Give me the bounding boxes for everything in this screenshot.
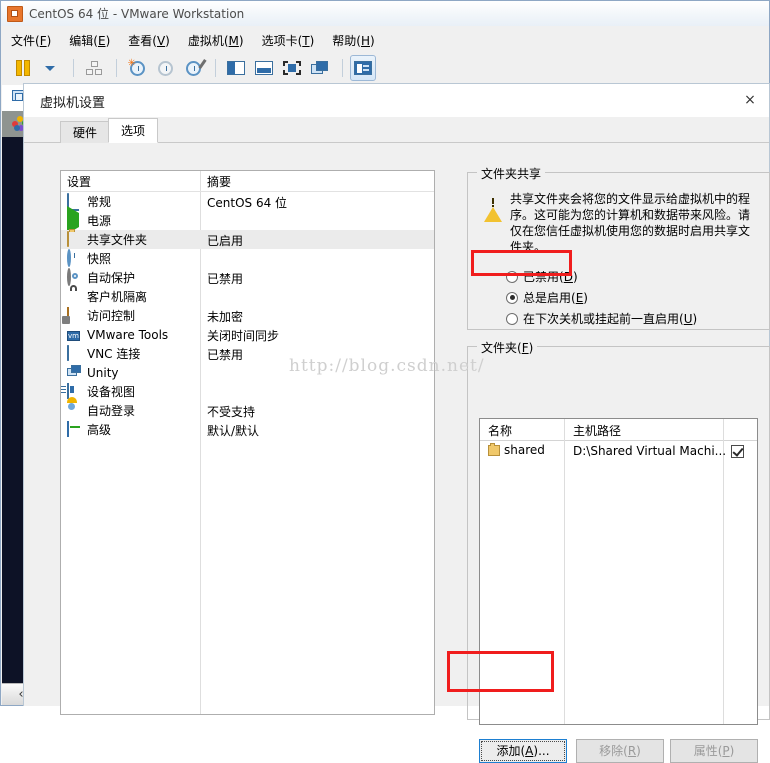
advanced-icon (67, 421, 83, 437)
snapshot-take-icon[interactable]: ✳ (124, 55, 150, 81)
settings-row-shared-folders[interactable]: 共享文件夹 已启用 (61, 230, 434, 249)
add-button[interactable]: 添加(A)... (479, 739, 567, 763)
tab-options[interactable]: 选项 (108, 118, 159, 143)
radio-disabled-indicator (506, 270, 518, 283)
menu-bar: 文件(F) 编辑(E) 查看(V) 虚拟机(M) 选项卡(T) 帮助(H) (1, 29, 769, 51)
vm-settings-dialog: 虚拟机设置 × 硬件 选项 设置 摘要 常规 CentOS 64 位 电源 共享… (23, 83, 770, 763)
settings-row-guest-isolation[interactable]: 客户机隔离 (61, 287, 434, 306)
radio-until-shutdown-indicator (506, 312, 518, 325)
network-editor-icon[interactable] (81, 55, 107, 81)
properties-button: 属性(P) (670, 739, 758, 763)
tab-hardware[interactable]: 硬件 (60, 121, 111, 143)
settings-row-autologin[interactable]: 自动登录 不受支持 (61, 401, 434, 420)
folders-column-header-name: 名称 (488, 424, 513, 438)
menu-item-view[interactable]: 查看(V) (128, 32, 170, 49)
settings-row-advanced[interactable]: 高级 默认/默认 (61, 420, 434, 439)
table-row[interactable]: shared D:\Shared Virtual Machi... (480, 441, 757, 461)
unity-icon (67, 365, 83, 380)
settings-row-snapshot[interactable]: 快照 (61, 249, 434, 268)
menu-item-vm[interactable]: 虚拟机(M) (188, 32, 244, 49)
settings-row-access-control[interactable]: 访问控制 未加密 (61, 306, 434, 325)
folder-sharing-warning-text: 共享文件夹会将您的文件显示给虚拟机中的程序。这可能为您的计算机和数据带来风险。请… (510, 192, 751, 254)
settings-row-general[interactable]: 常规 CentOS 64 位 (61, 192, 434, 211)
column-header-setting: 设置 (67, 175, 92, 189)
settings-list[interactable]: 设置 摘要 常规 CentOS 64 位 电源 共享文件夹 已启用 快照 自动保… (60, 170, 435, 715)
settings-row-unity[interactable]: Unity (61, 363, 434, 382)
folder-path-cell: D:\Shared Virtual Machi... (573, 444, 727, 458)
radio-until-shutdown[interactable]: 在下次关机或挂起前一直启用(U) (506, 310, 697, 327)
shared-folders-icon (67, 231, 83, 247)
snapshot-manager-icon[interactable] (180, 55, 207, 81)
folders-column-header-path: 主机路径 (573, 424, 622, 438)
settings-row-power[interactable]: 电源 (61, 206, 434, 234)
dropdown-caret-icon[interactable] (38, 55, 64, 81)
settings-row-device-view[interactable]: 设备视图 (61, 382, 434, 401)
folders-column-divider (723, 419, 724, 724)
close-icon[interactable]: × (737, 89, 763, 111)
radio-always-enabled-indicator (506, 291, 518, 304)
dialog-title: 虚拟机设置 (40, 96, 106, 111)
folders-table[interactable]: 名称 主机路径 shared D:\Shared Virtual Machi..… (479, 418, 758, 725)
console-view-icon[interactable] (350, 55, 376, 81)
folder-sharing-group-title: 文件夹共享 (477, 165, 546, 182)
suspend-icon[interactable] (10, 55, 36, 81)
toolbar-separator (342, 59, 343, 77)
autologin-icon (67, 403, 83, 418)
snapshot-revert-icon[interactable] (152, 55, 178, 81)
remove-button: 移除(R) (576, 739, 664, 763)
window-title-bar: CentOS 64 位 - VMware Workstation (1, 1, 769, 26)
radio-always-enabled[interactable]: 总是启用(E) (506, 289, 588, 306)
vmware-workstation-window: CentOS 64 位 - VMware Workstation 文件(F) 编… (0, 0, 770, 763)
folder-name-cell: shared (488, 442, 545, 457)
radio-disabled[interactable]: 已禁用(D) (506, 268, 578, 285)
column-header-summary: 摘要 (207, 175, 232, 189)
folder-enabled-checkbox[interactable] (731, 445, 744, 458)
warning-triangle-icon (484, 193, 502, 222)
toolbar-separator (116, 59, 117, 77)
vnc-icon (67, 345, 83, 361)
menu-item-file[interactable]: 文件(F) (11, 32, 51, 49)
settings-row-autoprotect[interactable]: 自动保护 已禁用 (61, 268, 434, 287)
dialog-tab-strip: 硬件 选项 (24, 117, 769, 143)
power-icon (67, 206, 83, 234)
autoprotect-icon (67, 268, 83, 286)
settings-row-vnc[interactable]: VNC 连接 已禁用 (61, 344, 434, 363)
menu-item-tabs[interactable]: 选项卡(T) (262, 32, 315, 49)
access-control-icon (67, 307, 83, 323)
folders-table-header: 名称 主机路径 (480, 419, 757, 724)
guest-isolation-icon (67, 289, 83, 304)
folders-column-divider (564, 419, 565, 724)
snapshot-icon (67, 249, 83, 267)
toolbar-separator (73, 59, 74, 77)
focus-ring (481, 741, 565, 761)
vmware-tools-icon: vm (67, 331, 80, 341)
settings-list-header: 设置 摘要 (61, 171, 434, 192)
toolbar: ✳ (1, 52, 769, 84)
menu-item-edit[interactable]: 编辑(E) (69, 32, 110, 49)
folder-icon (488, 442, 500, 456)
show-sidebar-icon[interactable] (223, 55, 249, 81)
unity-mode-icon[interactable] (307, 55, 333, 81)
window-title: CentOS 64 位 - VMware Workstation (29, 7, 245, 21)
dialog-title-bar: 虚拟机设置 × (24, 84, 769, 117)
vmware-app-icon (7, 5, 23, 22)
toolbar-separator (215, 59, 216, 77)
settings-row-vmware-tools[interactable]: vm VMware Tools 关闭时间同步 (61, 325, 434, 344)
folders-group-title: 文件夹(F) (477, 339, 538, 356)
menu-item-help[interactable]: 帮助(H) (332, 32, 374, 49)
fullscreen-icon[interactable] (279, 55, 305, 81)
show-thumbnail-bar-icon[interactable] (251, 55, 277, 81)
folder-sharing-group: 文件夹共享 共享文件夹会将您的文件显示给虚拟机中的程序。这可能为您的计算机和数据… (467, 165, 770, 330)
